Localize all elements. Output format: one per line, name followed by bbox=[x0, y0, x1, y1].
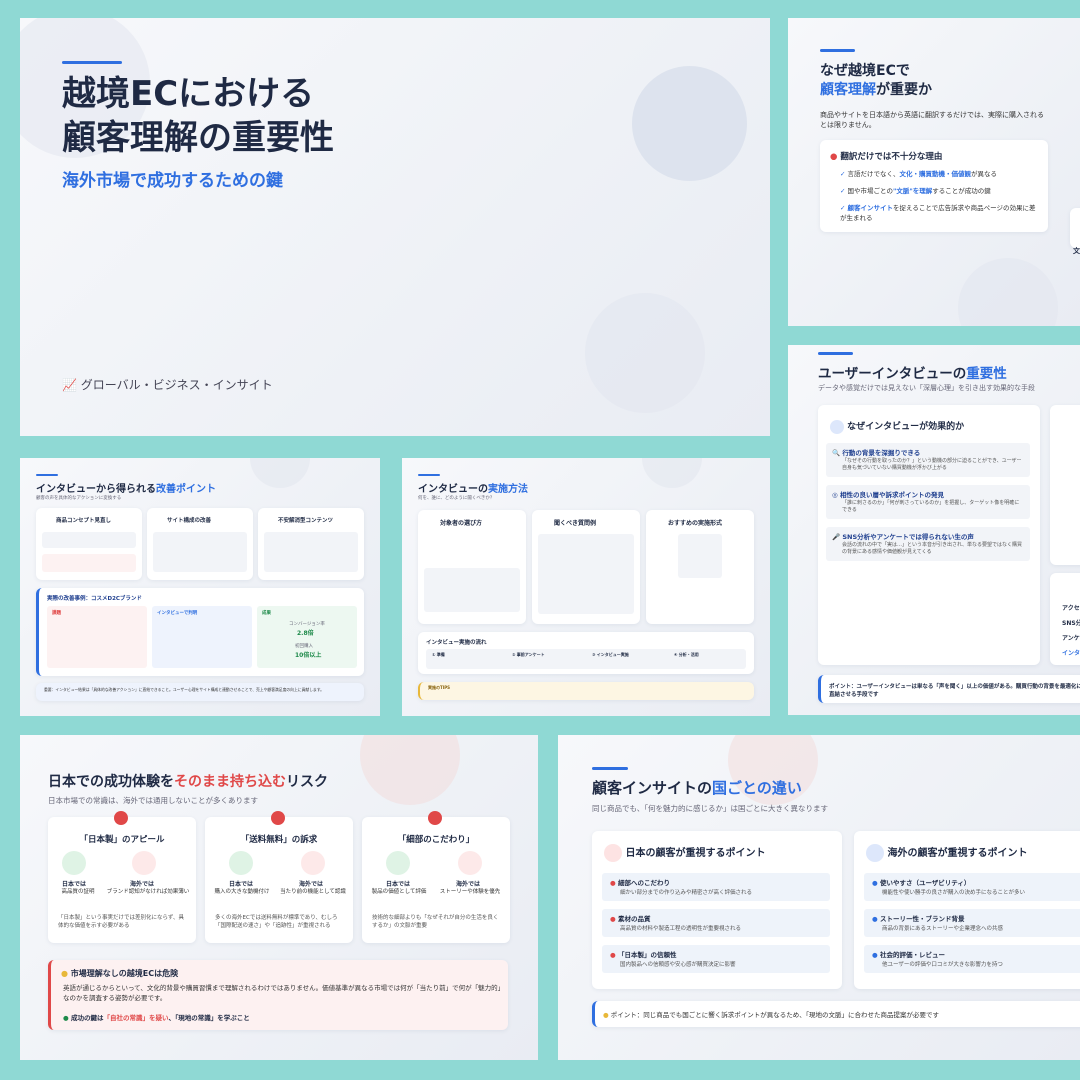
footer: 📈 グローバル・ビジネス・インサイト bbox=[62, 378, 273, 392]
s2-card: ● 翻訳だけでは不十分な理由 ✓ 言語だけでなく、文化・購買動機・価値観が異なる… bbox=[820, 140, 1048, 232]
s7-card-overseas: 海外の顧客が重視するポイント ● 使いやすさ（ユーザビリティ） 機能性や使い勝手の… bbox=[854, 831, 1080, 989]
s6-desc: 日本市場での常識は、海外では通用しないことが多くあります bbox=[48, 796, 258, 805]
chart-line-icon: 📈 bbox=[62, 378, 81, 392]
s3-side-card: アクセ SNS分 アンケ インタ bbox=[1050, 573, 1080, 665]
s6-card-made-in-japan: 「日本製」のアピール 日本では 高品質の証明 海外では ブランド認知がなければ効… bbox=[48, 811, 196, 943]
s2-bullet-2: ✓ 国や市場ごとの"文脈"を理解することが成功の鍵 bbox=[840, 187, 991, 195]
s3-item-2: ◎ 相性の良い層や訴求ポイントの発見 「誰に刺さるのか」「何が刺さっているのか」… bbox=[826, 485, 1030, 519]
globe-icon bbox=[866, 844, 884, 862]
check-icon: ✓ bbox=[840, 204, 848, 212]
s2-bullet-1: ✓ 言語だけでなく、文化・購買動機・価値観が異なる bbox=[840, 170, 998, 178]
title-line-2: 顧客理解の重要性 bbox=[62, 118, 334, 158]
video-call-icon bbox=[678, 534, 722, 578]
s4-card-3: 不安解消型コンテンツ bbox=[258, 508, 364, 580]
warning-icon bbox=[428, 811, 442, 825]
target-icon: ◎ bbox=[832, 491, 840, 499]
s5-card-2: 聞くべき質問例 bbox=[532, 510, 640, 624]
s7-desc: 同じ商品でも、「何を魅力的に感じるか」は国ごとに大きく異なります bbox=[592, 804, 829, 813]
s5-flow: インタビュー実施の流れ ① 準備 ② 事前アンケート ③ インタビュー実施 ④ … bbox=[418, 632, 754, 674]
s2-card-title: ● 翻訳だけでは不十分な理由 bbox=[830, 152, 943, 162]
globe-icon bbox=[632, 66, 747, 181]
s4-note: 重要：インタビュー結果は「具体的な改善アクション」に直結できること。ユーザー心理… bbox=[36, 683, 364, 701]
s7-title: 顧客インサイトの国ごとの違い bbox=[592, 779, 802, 797]
slide-method[interactable]: インタビューの実施方法 何を、誰に、どのように聞くべきか？ 対象者の選び方 聞く… bbox=[402, 458, 770, 716]
title-line-1: 越境ECにおける bbox=[62, 74, 315, 114]
s4-card-2: サイト構成の改善 bbox=[147, 508, 253, 580]
s2-desc: 商品やサイトを日本語から英語に翻訳するだけでは、実際に購入されるとは限りません。 bbox=[820, 111, 1044, 129]
s4-desc: 顧客の声を具体的なアクションに変換する bbox=[36, 496, 122, 501]
search-icon: 🔍 bbox=[832, 449, 843, 457]
s6-warning: ● 市場理解なしの越境ECは危険 英語が通じるからといって、文化的背景や購買習慣… bbox=[48, 960, 508, 1030]
slide-why[interactable]: なぜ越境ECで 顧客理解が重要か 商品やサイトを日本語から英語に翻訳するだけでは… bbox=[788, 18, 1080, 326]
lightbulb-icon: ● bbox=[61, 969, 71, 978]
slide-risk[interactable]: 日本での成功体験をそのまま持ち込むリスク 日本市場での常識は、海外では通用しない… bbox=[20, 735, 538, 1060]
warning-icon bbox=[114, 811, 128, 825]
slide-interview-importance[interactable]: ユーザーインタビューの重要性 データや感覚だけでは見えない「深層心理」を引き出す… bbox=[788, 345, 1080, 715]
flag-icon bbox=[604, 844, 622, 862]
check-icon: ✓ bbox=[840, 170, 848, 178]
s3-item-3: 🎤 SNS分析やアンケートでは得られない生の声 会話の流れの中で「実は…」という… bbox=[826, 527, 1030, 561]
s6-card-free-shipping: 「送料無料」の訴求 日本では 購入の大きな動機付け 海外では 当たり前の機能とし… bbox=[205, 811, 353, 943]
lightbulb-icon: ● bbox=[603, 1011, 611, 1019]
s2-title-2: 顧客理解が重要か bbox=[820, 82, 932, 98]
s2-cut-text: 文 bbox=[1073, 247, 1080, 255]
s5-desc: 何を、誰に、どのように聞くべきか？ bbox=[418, 496, 495, 501]
s4-case: 実際の改善事例：コスメD2Cブランド 課題 インタビューで判明 成果 コンバージ… bbox=[36, 588, 364, 676]
s6-card-details: 「細部のこだわり」 日本では 製品の価値として評価 海外では ストーリーや体験を… bbox=[362, 811, 510, 943]
s7-card-japan: 日本の顧客が重視するポイント ● 細部へのこだわり 細かい部分までの作り込みや精密… bbox=[592, 831, 842, 989]
s3-item-1: 🔍 行動の背景を深掘りできる 「なぜその行動を取ったのか？」という動機の部分に迫… bbox=[826, 443, 1030, 477]
s4-card-1: 商品コンセプト見直し bbox=[36, 508, 142, 580]
s3-card-title: なぜインタビューが効果的か bbox=[830, 419, 964, 434]
subtitle: 海外市場で成功するための鍵 bbox=[62, 171, 283, 191]
s5-card-3: おすすめの実施形式 bbox=[646, 510, 754, 624]
check-circle-icon: ● bbox=[63, 1014, 71, 1022]
slide-country-differences[interactable]: 顧客インサイトの国ごとの違い 同じ商品でも、「何を魅力的に感じるか」は国ごとに大… bbox=[558, 735, 1080, 1060]
s5-card-1: 対象者の選び方 bbox=[418, 510, 526, 624]
alert-icon: ● bbox=[830, 152, 841, 162]
s7-point: ● ポイント：同じ商品でも国ごとに響く訴求ポイントが異なるため、「現地の文脈」に… bbox=[592, 1001, 1080, 1027]
s3-card: なぜインタビューが効果的か 🔍 行動の背景を深掘りできる 「なぜその行動を取った… bbox=[818, 405, 1040, 665]
chat-icon bbox=[830, 419, 844, 434]
s5-tips: 実施のTIPS bbox=[418, 682, 754, 700]
s3-title: ユーザーインタビューの重要性 bbox=[818, 366, 1007, 382]
s6-title: 日本での成功体験をそのまま持ち込むリスク bbox=[48, 774, 328, 790]
s3-point: ポイント：ユーザーインタビューは単なる「声を聞く」以上の価値がある。購買行動の背… bbox=[818, 675, 1080, 703]
slide-title[interactable]: 越境ECにおける 顧客理解の重要性 海外市場で成功するための鍵 📈 グローバル・… bbox=[20, 18, 770, 436]
slide-improvement[interactable]: インタビューから得られる改善ポイント 顧客の声を具体的なアクションに変換する 商… bbox=[20, 458, 380, 716]
s3-desc: データや感覚だけでは見えない「深層心理」を引き出す効果的な手段 bbox=[818, 384, 1035, 392]
mic-icon: 🎤 bbox=[832, 533, 843, 541]
s2-bullet-3: ✓ 顧客インサイトを捉えることで広告訴求や商品ページの効果に差が生まれる bbox=[840, 204, 1036, 222]
s4-title: インタビューから得られる改善ポイント bbox=[36, 484, 216, 495]
check-icon: ✓ bbox=[840, 187, 848, 195]
s5-title: インタビューの実施方法 bbox=[418, 484, 528, 495]
s2-title-1: なぜ越境ECで bbox=[820, 63, 910, 79]
warning-icon bbox=[271, 811, 285, 825]
